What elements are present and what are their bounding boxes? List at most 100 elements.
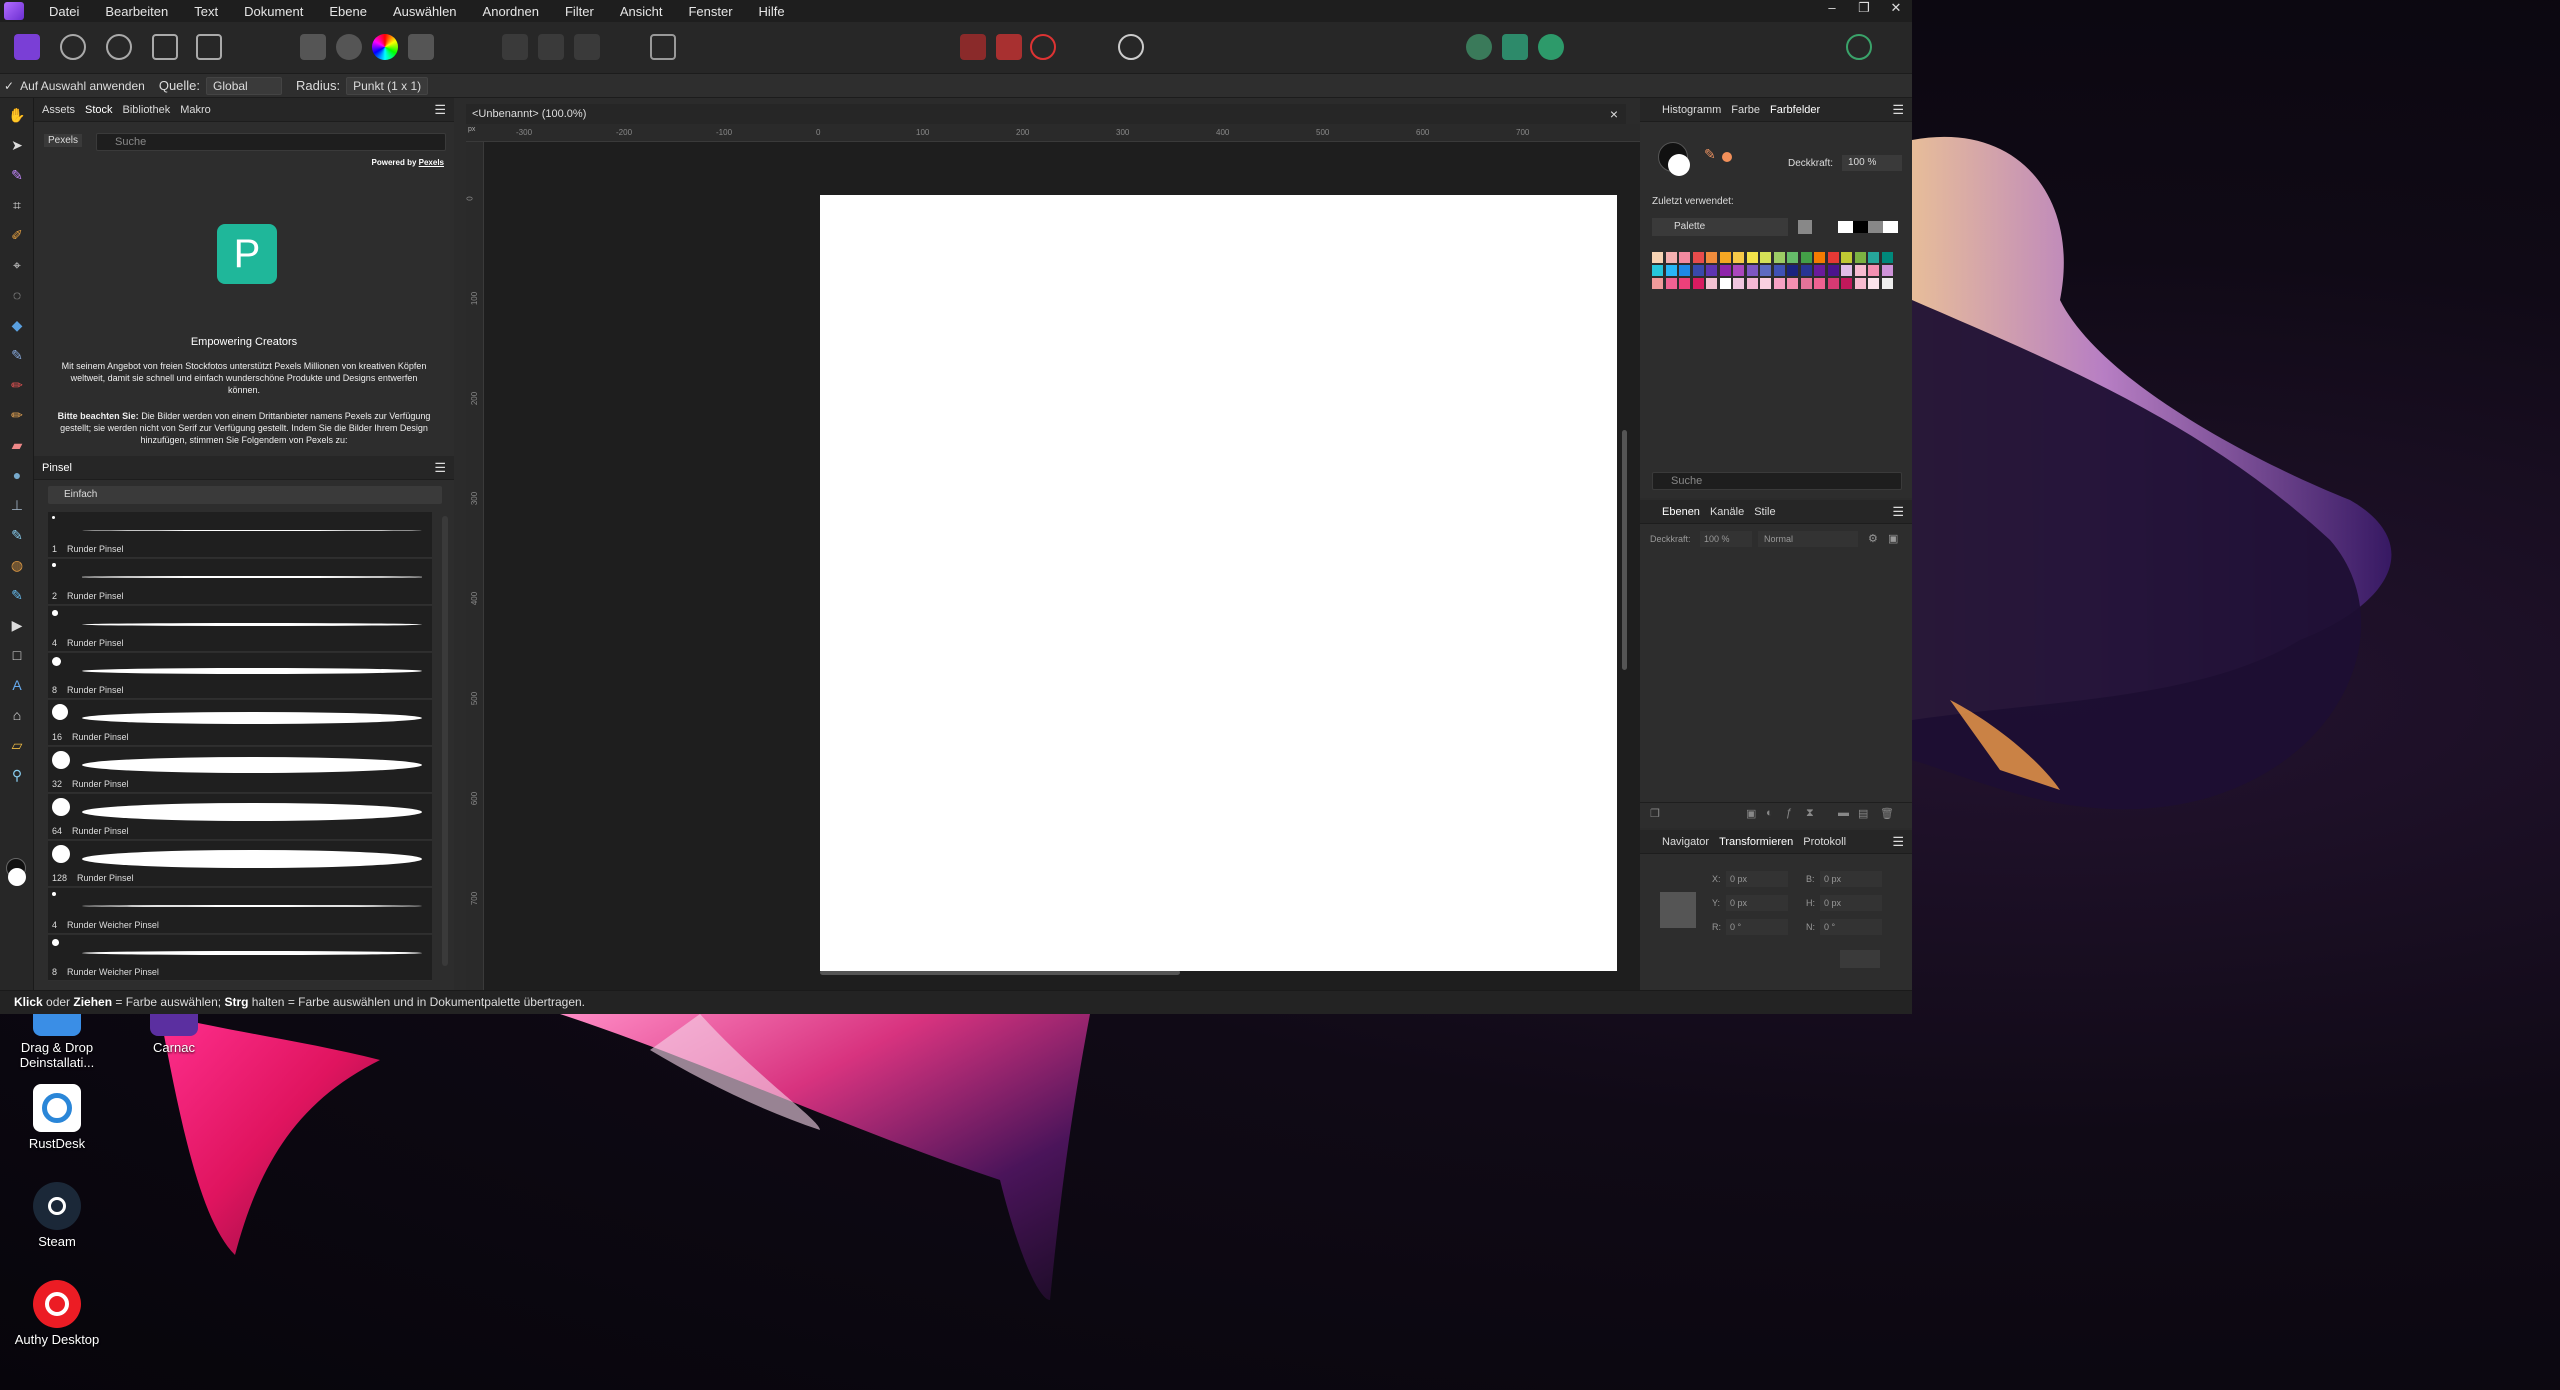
- histogram-tool-icon[interactable]: [300, 34, 326, 60]
- desktop-icon-authy[interactable]: Authy Desktop: [7, 1280, 107, 1347]
- stock-search-input[interactable]: Suche: [96, 133, 446, 151]
- color-swatch[interactable]: [1652, 265, 1663, 276]
- color-swatch[interactable]: [1800, 252, 1812, 263]
- paint-brush-tool-icon[interactable]: ✐: [8, 226, 26, 244]
- filter-layer-icon[interactable]: ⧗: [1806, 807, 1814, 820]
- desktop-icon-steam[interactable]: Steam: [7, 1182, 107, 1249]
- color-swatch[interactable]: [1881, 278, 1893, 289]
- menu-ebene[interactable]: Ebene: [316, 4, 380, 19]
- brush-panel-menu-icon[interactable]: ☰: [434, 460, 446, 476]
- brush-item[interactable]: 128 Runder Pinsel: [48, 841, 432, 887]
- color-swatch[interactable]: [1679, 265, 1690, 276]
- adjustment-icon[interactable]: ◐: [1766, 807, 1773, 819]
- color-swatch[interactable]: [1773, 278, 1785, 289]
- tab-ebenen[interactable]: Ebenen: [1662, 506, 1700, 518]
- color-swatch[interactable]: [1746, 252, 1758, 263]
- anchor-point-selector[interactable]: [1660, 892, 1696, 928]
- tab-bibliothek[interactable]: Bibliothek: [123, 104, 171, 116]
- tone-mapping-persona-icon[interactable]: [152, 34, 178, 60]
- menu-anordnen[interactable]: Anordnen: [470, 4, 552, 19]
- panel-menu-icon[interactable]: ☰: [434, 102, 446, 118]
- transform-field-input[interactable]: 0 °: [1726, 919, 1788, 935]
- color-swatch[interactable]: [1719, 265, 1731, 276]
- transform-options-button[interactable]: [1840, 950, 1880, 968]
- develop-persona-icon[interactable]: [106, 34, 132, 60]
- group-icon[interactable]: ▬: [1838, 807, 1849, 819]
- color-swatch[interactable]: [1827, 252, 1839, 263]
- color-swatch[interactable]: [1665, 278, 1677, 289]
- menu-datei[interactable]: Datei: [36, 4, 92, 19]
- basic-colors-strip[interactable]: [1838, 221, 1898, 233]
- snapping-icon[interactable]: [960, 34, 986, 60]
- selection-mode-icon[interactable]: [502, 34, 528, 60]
- provider-dropdown[interactable]: Pexels: [44, 134, 83, 147]
- mask-icon[interactable]: ▣: [1746, 807, 1756, 820]
- brush-item[interactable]: 4 Runder Weicher Pinsel: [48, 888, 432, 934]
- tab-navigator[interactable]: Navigator: [1662, 836, 1709, 848]
- zoom-tool-icon[interactable]: ⚲: [8, 766, 26, 784]
- color-picker-tool-icon[interactable]: ✎: [8, 166, 26, 184]
- brush-item[interactable]: 16 Runder Pinsel: [48, 700, 432, 746]
- color-swatch[interactable]: [1692, 265, 1704, 276]
- color-swatch[interactable]: [1773, 265, 1785, 276]
- desktop-icon-rustdesk[interactable]: RustDesk: [7, 1084, 107, 1151]
- export-persona-icon[interactable]: [196, 34, 222, 60]
- document-canvas[interactable]: [820, 195, 1617, 971]
- tab-protokoll[interactable]: Protokoll: [1803, 836, 1846, 848]
- color-swatch[interactable]: [1814, 265, 1825, 276]
- transform-field-input[interactable]: 0 px: [1726, 895, 1788, 911]
- brush-item[interactable]: 64 Runder Pinsel: [48, 794, 432, 840]
- color-swatch[interactable]: [1868, 265, 1879, 276]
- menu-filter[interactable]: Filter: [552, 4, 607, 19]
- color-swatch[interactable]: [1868, 278, 1879, 289]
- transform-menu-icon[interactable]: ☰: [1892, 834, 1904, 850]
- layer-opacity-field[interactable]: 100 %: [1700, 531, 1752, 547]
- undo-history-icon[interactable]: [1030, 34, 1056, 60]
- color-swatch[interactable]: [1719, 278, 1731, 289]
- white-balance-icon[interactable]: [408, 34, 434, 60]
- color-swatch[interactable]: [1827, 265, 1839, 276]
- pexels-link[interactable]: Pexels: [419, 158, 444, 167]
- color-swatch[interactable]: [1706, 252, 1717, 263]
- color-swatch[interactable]: [1787, 278, 1798, 289]
- liquify-persona-icon[interactable]: [60, 34, 86, 60]
- color-swatch[interactable]: [1746, 265, 1758, 276]
- color-swatch[interactable]: [1841, 265, 1852, 276]
- color-swatch[interactable]: [1800, 265, 1812, 276]
- menu-dokument[interactable]: Dokument: [231, 4, 316, 19]
- color-swatch[interactable]: [1827, 278, 1839, 289]
- color-swatch[interactable]: [1706, 278, 1717, 289]
- color-swatch[interactable]: [1760, 265, 1771, 276]
- swatches-menu-icon[interactable]: ☰: [1892, 102, 1904, 118]
- node-tool-icon[interactable]: ▶: [8, 616, 26, 634]
- minimize-button[interactable]: –: [1816, 0, 1848, 16]
- color-swatch[interactable]: [1787, 252, 1798, 263]
- new-layer-icon[interactable]: ▤: [1858, 807, 1868, 820]
- document-tab[interactable]: <Unbenannt> (100.0%) ×: [466, 104, 1626, 124]
- maximize-button[interactable]: ❐: [1848, 0, 1880, 16]
- transform-field-input[interactable]: 0 px: [1820, 895, 1882, 911]
- mesh-warp-tool-icon[interactable]: ⌂: [8, 706, 26, 724]
- stroke-color-icon[interactable]: [1668, 154, 1690, 176]
- tab-farbfelder[interactable]: Farbfelder: [1770, 104, 1820, 116]
- tab-kanaele[interactable]: Kanäle: [1710, 506, 1744, 518]
- mode-behind-icon[interactable]: [1502, 34, 1528, 60]
- palette-dropdown[interactable]: Palette: [1652, 218, 1788, 236]
- color-swatch[interactable]: [1854, 278, 1866, 289]
- flood-fill-tool-icon[interactable]: ◆: [8, 316, 26, 334]
- tab-histogramm[interactable]: Histogramm: [1662, 104, 1721, 116]
- desktop-icon-drag-drop[interactable]: Drag & Drop Deinstallati...: [7, 1006, 107, 1070]
- color-swatch[interactable]: [1841, 252, 1852, 263]
- color-swatch[interactable]: [1760, 278, 1771, 289]
- account-icon[interactable]: [1846, 34, 1872, 60]
- tab-transformieren[interactable]: Transformieren: [1719, 836, 1793, 848]
- color-swatch[interactable]: [1800, 278, 1812, 289]
- color-swatch[interactable]: [1665, 265, 1677, 276]
- color-swatch[interactable]: [1841, 278, 1852, 289]
- menu-fenster[interactable]: Fenster: [675, 4, 745, 19]
- selection-brush-icon[interactable]: ⌖: [8, 256, 26, 274]
- assistant-icon[interactable]: [1118, 34, 1144, 60]
- color-swatch[interactable]: [1814, 252, 1825, 263]
- radius-dropdown[interactable]: Punkt (1 x 1): [346, 76, 429, 95]
- brush-category-dropdown[interactable]: Einfach: [48, 486, 442, 504]
